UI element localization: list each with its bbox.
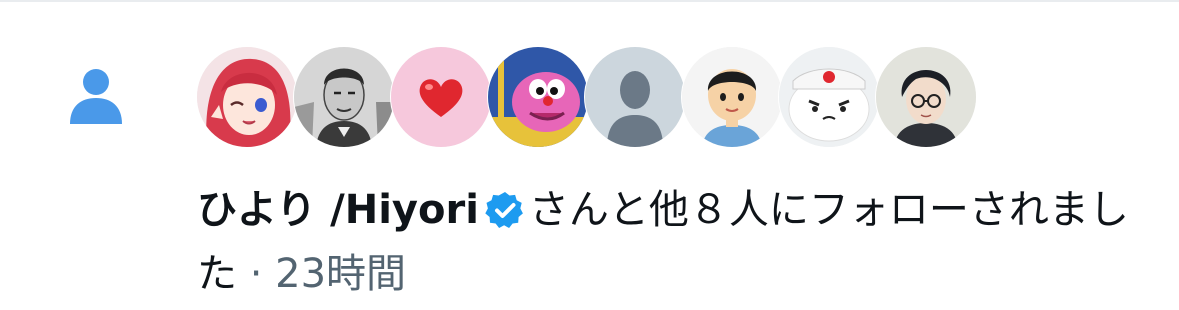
notification-message: ひより /Hiyori さんと他８人にフォローされました · 23時間 (197, 178, 1157, 306)
user-name-link[interactable]: ひより /Hiyori (197, 187, 479, 233)
meta-separator: · (237, 251, 275, 297)
avatar-pink-cartoon[interactable] (488, 47, 588, 147)
separator-dot: · (249, 251, 263, 297)
avatar-cartoon-boy[interactable] (682, 47, 782, 147)
follow-notification[interactable]: ひより /Hiyori さんと他８人にフォローされました · 23時間 (0, 0, 1179, 310)
timestamp: 23時間 (275, 251, 407, 297)
avatar-anime-glasses[interactable] (876, 47, 976, 147)
avatar-sketch-man[interactable] (294, 47, 394, 147)
avatar-white-dog[interactable] (779, 47, 879, 147)
avatar-default[interactable] (585, 47, 685, 147)
person-icon (67, 66, 125, 126)
verified-badge-icon (485, 190, 525, 230)
follower-avatars (197, 47, 976, 147)
avatar-anime-redhair[interactable] (197, 47, 297, 147)
avatar-heart[interactable] (391, 47, 491, 147)
